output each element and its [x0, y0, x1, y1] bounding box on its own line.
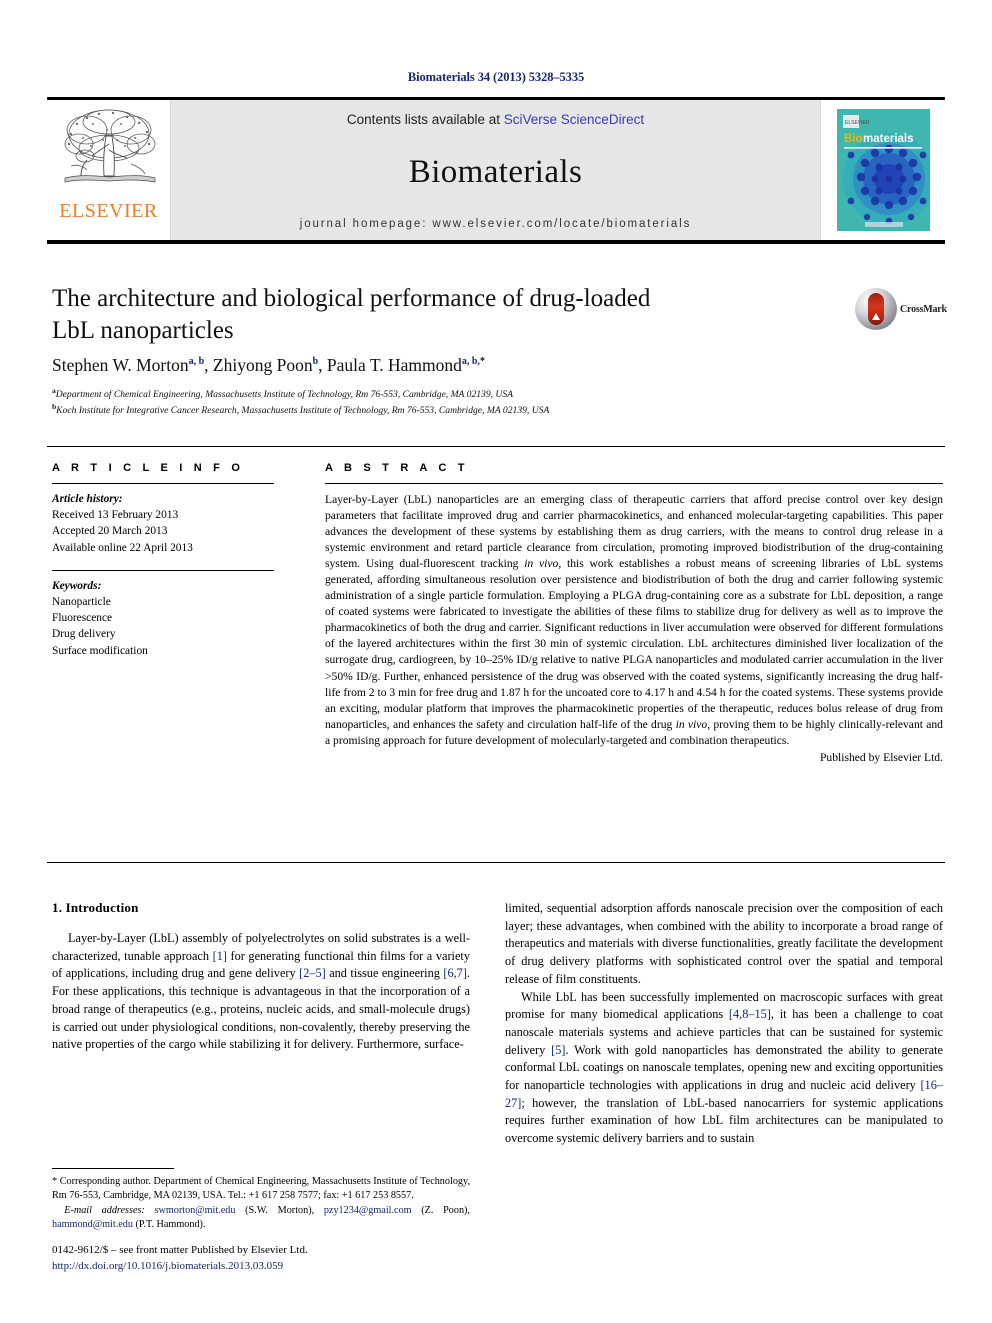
- crossmark-logo-icon: [855, 288, 897, 330]
- email-owner-3: (P.T. Hammond).: [132, 1219, 206, 1231]
- section-heading-introduction: 1. Introduction: [52, 900, 139, 915]
- abstract-panel: A B S T R A C T Layer-by-Layer (LbL) nan…: [325, 462, 943, 766]
- article-info-heading: A R T I C L E I N F O: [52, 462, 245, 474]
- email-owner-2: (Z. Poon),: [411, 1204, 470, 1216]
- author-list: Stephen W. Mortona, b, Zhiyong Poonb, Pa…: [52, 355, 852, 376]
- affiliation-text-b: Koch Institute for Integrative Cancer Re…: [56, 405, 550, 417]
- crossmark-badge[interactable]: CrossMark: [855, 286, 947, 332]
- page-title: The architecture and biological performa…: [52, 285, 651, 344]
- author-sup-1: a, b: [188, 356, 205, 368]
- keywords-label: Keywords:: [52, 579, 102, 592]
- keyword-4: Surface modification: [52, 644, 148, 657]
- keyword-2: Fluorescence: [52, 612, 113, 625]
- contents-available-line: Contents lists available at SciVerse Sci…: [347, 112, 644, 127]
- author-name-2: Zhiyong Poon: [212, 355, 313, 375]
- corresponding-author-marker: *: [479, 356, 485, 368]
- email-addresses-note: E-mail addresses: swmorton@mit.edu (S.W.…: [52, 1204, 470, 1233]
- imprint-block: 0142-9612/$ – see front matter Published…: [52, 1243, 482, 1275]
- citation-6-7[interactable]: [6,7]: [443, 966, 467, 980]
- article-info-divider: [52, 483, 274, 484]
- footnote-divider: [52, 1168, 174, 1169]
- email-link-3[interactable]: hammond@mit.edu: [52, 1219, 133, 1230]
- elsevier-wordmark: ELSEVIER: [59, 200, 158, 222]
- abstract-heading: A B S T R A C T: [325, 462, 469, 474]
- email-owner-1: (S.W. Morton),: [235, 1204, 324, 1216]
- abstract-italic-2: in vivo: [675, 717, 708, 731]
- intro-right-d: ; however, the translation of LbL-based …: [505, 1095, 943, 1146]
- article-history-received: Received 13 February 2013: [52, 509, 179, 522]
- journal-homepage-link[interactable]: journal homepage: www.elsevier.com/locat…: [300, 218, 692, 230]
- citation-4-8-15[interactable]: [4,8–15]: [729, 1007, 771, 1021]
- divider-above-abstract: [47, 446, 945, 447]
- svg-text:ELSEVIER: ELSEVIER: [845, 120, 870, 126]
- abstract-part-2: , this work establishes a robust means o…: [325, 557, 943, 731]
- elsevier-tree-icon: [64, 109, 155, 183]
- corresponding-author-note: * Corresponding author. Department of Ch…: [52, 1176, 470, 1202]
- intro-left-c: and tissue engineering: [325, 966, 444, 981]
- intro-paragraph-left: Layer-by-Layer (LbL) assembly of polyele…: [52, 930, 470, 1054]
- keyword-1: Nanoparticle: [52, 595, 111, 608]
- doi-link[interactable]: http://dx.doi.org/10.1016/j.biomaterials…: [52, 1259, 482, 1275]
- affiliation-a: aDepartment of Chemical Engineering, Mas…: [52, 386, 852, 402]
- intro-paragraph-right-2: While LbL has been successfully implemen…: [505, 989, 943, 1148]
- sciencedirect-link[interactable]: SciVerse ScienceDirect: [504, 112, 644, 127]
- cover-pattern-icon: ELSEVIER Bio materials: [836, 109, 930, 231]
- body-column-right: limited, sequential adsorption affords n…: [505, 900, 943, 1148]
- front-matter-line: 0142-9612/$ – see front matter Published…: [52, 1244, 308, 1256]
- intro-paragraph-right-1: limited, sequential adsorption affords n…: [505, 901, 943, 986]
- abstract-publisher-statement: Published by Elsevier Ltd.: [819, 750, 943, 764]
- author-name-1: Stephen W. Morton: [52, 355, 189, 375]
- journal-title: Biomaterials: [408, 154, 583, 190]
- intro-right-c: . Work with gold nanoparticles has demon…: [505, 1042, 943, 1093]
- email-label: E-mail addresses:: [64, 1204, 145, 1216]
- abstract-divider: [325, 483, 943, 484]
- svg-text:materials: materials: [863, 133, 914, 145]
- crossmark-label: CrossMark: [900, 303, 947, 315]
- body-column-left: 1. Introduction Layer-by-Layer (LbL) ass…: [52, 900, 470, 1054]
- citation-1[interactable]: [1]: [213, 949, 227, 963]
- article-page: Biomaterials 34 (2013) 5328–5335 ELSEVIE…: [0, 0, 992, 1323]
- citation-5[interactable]: [5]: [551, 1043, 565, 1057]
- article-history-accepted: Accepted 20 March 2013: [52, 525, 168, 538]
- article-history-label: Article history:: [52, 493, 123, 505]
- abstract-italic-1: in vivo: [524, 557, 559, 571]
- email-link-1[interactable]: swmorton@mit.edu: [155, 1205, 236, 1216]
- contents-prefix: Contents lists available at: [346, 112, 504, 127]
- abstract-text: Layer-by-Layer (LbL) nanoparticles are a…: [325, 492, 943, 749]
- affiliation-list: aDepartment of Chemical Engineering, Mas…: [52, 386, 852, 418]
- running-head: Biomaterials 34 (2013) 5328–5335: [407, 70, 585, 84]
- citation-2-5[interactable]: [2–5]: [299, 966, 326, 980]
- elsevier-logo: ELSEVIER: [47, 100, 171, 240]
- journal-cover-thumbnail: ELSEVIER Bio materials: [820, 100, 945, 240]
- svg-text:Bio: Bio: [844, 133, 863, 145]
- keywords-divider: [52, 569, 274, 571]
- footnote-block: * Corresponding author. Department of Ch…: [52, 1168, 470, 1233]
- masthead-center: Contents lists available at SciVerse Sci…: [171, 100, 820, 240]
- email-link-2[interactable]: pzy1234@gmail.com: [324, 1205, 412, 1216]
- affiliation-text-a: Department of Chemical Engineering, Mass…: [55, 389, 514, 401]
- keyword-3: Drug delivery: [52, 628, 116, 641]
- cover-artwork: ELSEVIER Bio materials: [836, 109, 930, 231]
- article-info-panel: A R T I C L E I N F O Article history: R…: [52, 462, 302, 659]
- article-history-online: Available online 22 April 2013: [52, 541, 193, 554]
- divider-below-abstract: [47, 862, 945, 863]
- author-sup-3: a, b,: [461, 356, 480, 368]
- affiliation-b: bKoch Institute for Integrative Cancer R…: [52, 402, 852, 418]
- author-name-3: Paula T. Hammond: [326, 355, 462, 375]
- journal-masthead: ELSEVIER Contents lists available at Sci…: [47, 97, 945, 244]
- author-sep-2: ,: [318, 355, 327, 375]
- author-sep-1: ,: [204, 355, 213, 375]
